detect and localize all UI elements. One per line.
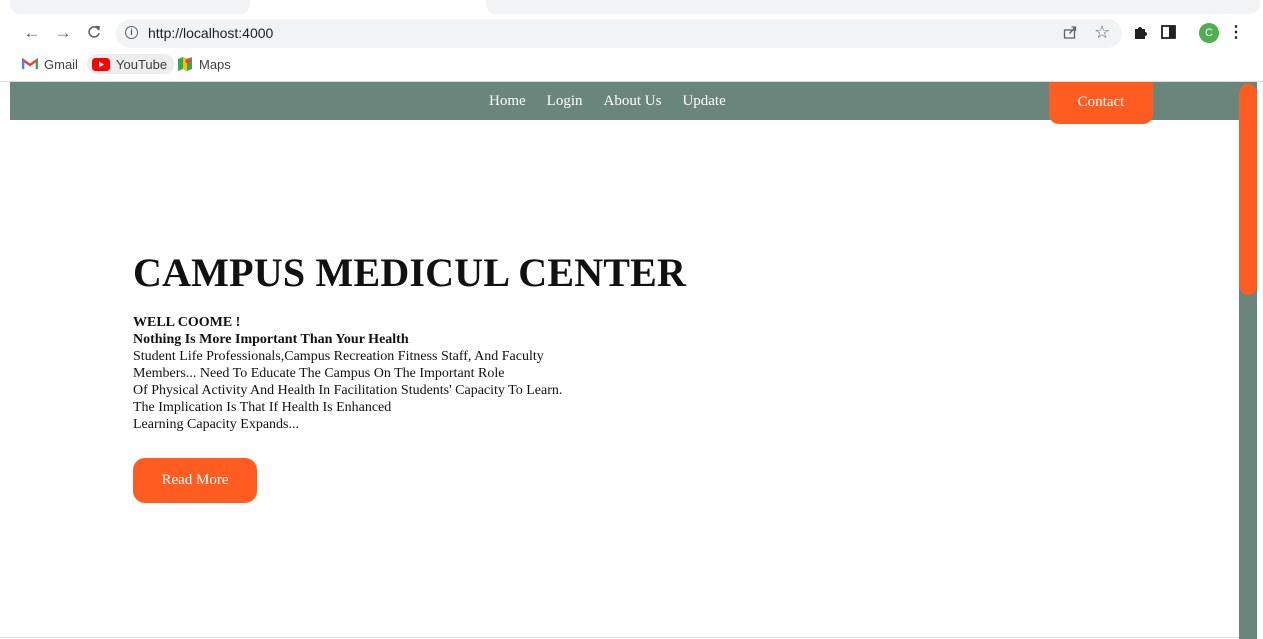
nav-home[interactable]: Home (489, 93, 526, 110)
star-icon[interactable]: ☆ (1094, 22, 1110, 43)
nav-login[interactable]: Login (547, 93, 583, 110)
body-line: Student Life Professionals,Campus Recrea… (133, 349, 544, 364)
nav-about-us[interactable]: About Us (604, 93, 662, 110)
intro-text: WELL COOME ! Nothing Is More Important T… (133, 314, 562, 433)
arrow-left-icon: ← (23, 22, 41, 42)
youtube-icon (92, 57, 110, 71)
share-icon[interactable] (1062, 24, 1078, 45)
bookmark-label: Maps (199, 56, 231, 72)
url-text[interactable]: http://localhost:4000 (148, 25, 273, 41)
body-line: Learning Capacity Expands... (133, 417, 300, 432)
body-line: The Implication Is That If Health Is Enh… (133, 400, 392, 415)
page-title: CAMPUS MEDICUL CENTER (133, 250, 687, 295)
back-button[interactable]: ← (20, 20, 44, 44)
nav-update[interactable]: Update (682, 93, 725, 110)
read-more-button[interactable]: Read More (133, 458, 257, 503)
address-bar[interactable]: i http://localhost:4000 ☆ (116, 19, 1122, 48)
tab-left[interactable] (10, 0, 250, 14)
reload-icon (88, 25, 100, 38)
bookmarks-bar: Gmail YouTube Maps (0, 50, 1263, 78)
bookmark-maps[interactable]: Maps (177, 54, 231, 74)
reload-button[interactable] (82, 20, 106, 44)
extensions-button[interactable] (1129, 20, 1151, 44)
scrollbar-thumb[interactable] (1239, 84, 1257, 295)
gmail-icon (22, 58, 38, 69)
forward-button[interactable]: → (51, 20, 75, 44)
kebab-menu-icon[interactable]: ⋮ (1228, 20, 1244, 44)
maps-icon (178, 57, 192, 71)
tab-active[interactable] (486, 0, 1260, 14)
contact-button[interactable]: Contact (1049, 82, 1153, 124)
side-panel-button[interactable] (1157, 20, 1179, 44)
page-viewport: Home Login About Us Update Contact CAMPU… (0, 82, 1263, 639)
puzzle-icon (1134, 26, 1147, 39)
bookmark-youtube[interactable]: YouTube (87, 54, 175, 74)
body-line: Of Physical Activity And Health In Facil… (133, 383, 563, 398)
page-bottom-divider (0, 637, 1239, 638)
arrow-right-icon: → (54, 22, 72, 42)
info-icon[interactable]: i (125, 26, 138, 39)
site-header: Home Login About Us Update Contact (10, 82, 1239, 124)
side-panel-icon (1160, 25, 1176, 39)
tab-strip (0, 0, 1263, 16)
browser-toolbar: ← → i http://localhost:4000 ☆ C ⋮ (0, 16, 1263, 50)
tagline: Nothing Is More Important Than Your Heal… (133, 332, 409, 347)
bookmark-label: Gmail (44, 56, 78, 72)
main-nav: Home Login About Us Update (489, 93, 747, 110)
body-line: Members... Need To Educate The Campus On… (133, 366, 505, 381)
bookmark-gmail[interactable]: Gmail (22, 54, 78, 74)
profile-avatar[interactable]: C (1199, 23, 1219, 43)
bookmark-label: YouTube (116, 56, 168, 72)
welcome-heading: WELL COOME ! (133, 315, 241, 330)
left-gutter (0, 82, 10, 639)
